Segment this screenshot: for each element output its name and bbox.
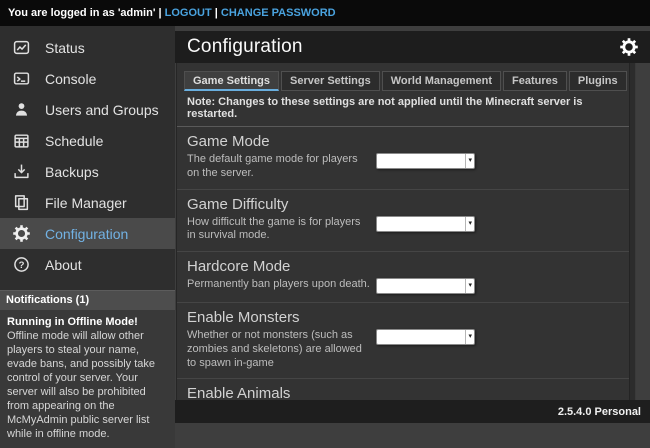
setting-row-enable-monsters: Enable Monsters Whether or not monsters … [177,302,629,378]
sidebar-item-label: Users and Groups [45,102,159,118]
setting-row-game-mode: Game Mode The default game mode for play… [177,127,629,189]
setting-title: Game Difficulty [187,196,619,213]
settings-gear-icon[interactable] [620,38,638,56]
setting-description: The default game mode for players on the… [187,153,372,181]
settings-list: Game Mode The default game mode for play… [177,127,629,400]
hardcore-mode-select[interactable]: ▾ [376,278,475,294]
dropdown-arrow-icon: ▾ [465,330,474,344]
sidebar-item-label: File Manager [45,195,127,211]
sidebar-item-label: Console [45,71,96,87]
middle-row: Status Console Users and Groups Schedule [0,26,650,400]
page-title: Configuration [187,36,620,58]
configuration-panel: Game Settings Server Settings World Mana… [176,63,629,400]
file-manager-icon [13,194,30,211]
version-label: 2.5.4.0 Personal [558,406,641,418]
setting-title: Enable Animals [187,385,619,400]
status-chart-icon [13,39,30,56]
change-password-link[interactable]: CHANGE PASSWORD [221,7,336,19]
enable-monsters-select[interactable]: ▾ [376,329,475,345]
setting-title: Game Mode [187,133,619,150]
logout-link[interactable]: LOGOUT [165,7,212,19]
logged-in-text: You are logged in as 'admin' [8,7,155,19]
setting-description: Permanently ban players upon death. [187,278,372,292]
notifications-header: Notifications (1) [0,290,175,310]
notifications-body: Running in Offline Mode! Offline mode wi… [0,310,175,448]
vertical-scrollbar[interactable] [629,63,636,400]
sidebar-item-label: Schedule [45,133,103,149]
main-area: Configuration Game Settings Server Setti… [175,26,650,400]
sidebar-item-schedule[interactable]: Schedule [0,125,175,156]
tab-server-settings[interactable]: Server Settings [281,71,380,91]
game-mode-select[interactable]: ▾ [376,153,475,169]
sidebar-item-label: Status [45,40,85,56]
game-difficulty-select[interactable]: ▾ [376,216,475,232]
right-page-margin [636,63,650,400]
setting-title: Hardcore Mode [187,258,619,275]
sidebar-item-console[interactable]: Console [0,63,175,94]
setting-row-hardcore-mode: Hardcore Mode Permanently ban players up… [177,251,629,302]
notification-text: Offline mode will allow other players to… [7,330,168,442]
setting-description: Whether or not monsters (such as zombies… [187,329,372,370]
sidebar-item-configuration[interactable]: Configuration [0,218,175,249]
notification-title: Running in Offline Mode! [7,316,168,330]
backups-icon [13,163,30,180]
tab-plugins[interactable]: Plugins [569,71,627,91]
setting-row-enable-animals: Enable Animals Whether or not friendly a… [177,378,629,400]
sidebar-menu: Status Console Users and Groups Schedule [0,26,175,280]
sidebar-item-about[interactable]: ? About [0,249,175,280]
sidebar-item-status[interactable]: Status [0,32,175,63]
restart-note: Note: Changes to these settings are not … [177,91,629,127]
setting-row-game-difficulty: Game Difficulty How difficult the game i… [177,189,629,252]
setting-description: How difficult the game is for players in… [187,216,372,244]
sidebar-item-backups[interactable]: Backups [0,156,175,187]
sidebar-item-file-manager[interactable]: File Manager [0,187,175,218]
svg-text:?: ? [19,260,25,271]
setting-title: Enable Monsters [187,309,619,326]
schedule-icon [13,132,30,149]
content-row: Game Settings Server Settings World Mana… [175,63,650,400]
sidebar-item-label: Backups [45,164,99,180]
dropdown-arrow-icon: ▾ [465,217,474,231]
tab-world-management[interactable]: World Management [382,71,501,91]
dropdown-arrow-icon: ▾ [465,279,474,293]
gear-icon [13,225,30,242]
sidebar-item-label: Configuration [45,226,128,242]
sidebar: Status Console Users and Groups Schedule [0,26,175,400]
dropdown-arrow-icon: ▾ [465,154,474,168]
console-icon [13,70,30,87]
tab-game-settings[interactable]: Game Settings [184,71,279,91]
sidebar-item-label: About [45,257,82,273]
topbar: You are logged in as 'admin' | LOGOUT | … [0,0,650,26]
sidebar-item-users-and-groups[interactable]: Users and Groups [0,94,175,125]
about-help-icon: ? [13,256,30,273]
users-icon [13,101,30,118]
tab-bar: Game Settings Server Settings World Mana… [184,71,629,91]
page-header: Configuration [175,31,650,63]
tab-features[interactable]: Features [503,71,567,91]
